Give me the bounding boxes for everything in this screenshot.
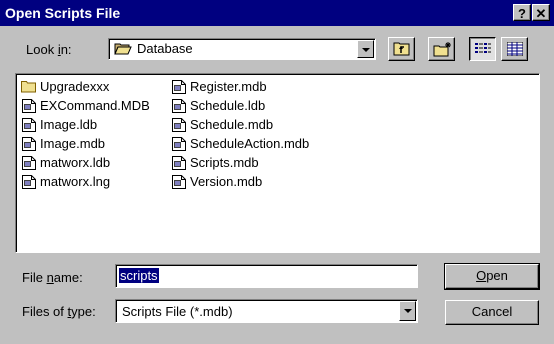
file-name-input[interactable]: scripts [115,264,418,288]
title-bar[interactable]: Open Scripts File ? ✕ [0,0,554,26]
up-one-level-button[interactable] [388,37,415,61]
file-name-text: Register.mdb [190,79,267,94]
file-name-text: Image.mdb [40,136,106,151]
file-type-label: Files of type: [22,304,96,319]
file-list[interactable]: Upgradexxx EXCommand.MDB Image.ldb Image.md… [15,73,540,253]
list-view-button[interactable] [469,37,496,61]
file-name-text: ScheduleAction.mdb [190,136,310,151]
file-name-text: matworx.lng [40,174,111,189]
new-folder-icon [433,41,453,60]
look-in-dropdown[interactable]: Database [108,38,376,60]
file-type-dropdown-button[interactable] [399,301,416,321]
file-name-label: File name: [22,270,83,285]
file-name-text: EXCommand.MDB [40,98,150,113]
file-name-text: Schedule.mdb [190,117,274,132]
file-name-text: Version.mdb [190,174,263,189]
details-view-button[interactable] [501,37,528,61]
file-name-text: Schedule.ldb [190,98,266,113]
cancel-button[interactable]: Cancel [445,300,539,325]
up-one-level-icon [393,41,411,59]
folder-open-icon [114,42,132,59]
look-in-label: Look in: [26,42,72,57]
look-in-value: Database [137,41,193,56]
details-view-icon [506,41,524,59]
list-view-icon [475,43,491,59]
file-name-value: scripts [119,268,159,283]
file-name-text: Image.ldb [40,117,98,132]
file-name-text: Upgradexxx [40,79,110,94]
help-button[interactable]: ? [513,4,531,21]
file-type-dropdown[interactable]: Scripts File (*.mdb) [115,299,418,323]
window-title: Open Scripts File [5,5,121,21]
file-name-text: Scripts.mdb [190,155,259,170]
close-button[interactable]: ✕ [532,4,550,21]
open-button[interactable]: Open [444,263,540,290]
look-in-dropdown-button[interactable] [357,40,374,58]
file-type-value: Scripts File (*.mdb) [122,304,233,319]
file-name-text: matworx.ldb [40,155,111,170]
create-new-folder-button[interactable] [428,37,455,61]
